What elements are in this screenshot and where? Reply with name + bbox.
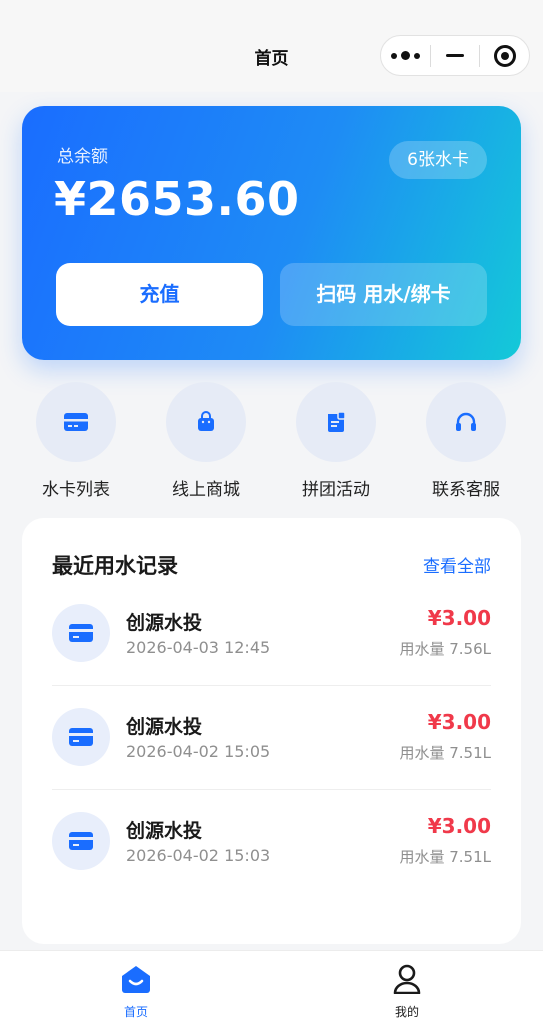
- record-usage: 用水量 7.51L: [399, 744, 491, 762]
- record-station-name: 创源水投: [126, 716, 203, 738]
- card-icon: [36, 382, 116, 462]
- bottom-tab-bar: 首页 我的: [0, 950, 543, 1024]
- tab-home-label: 首页: [123, 1005, 148, 1019]
- scan-button[interactable]: 扫码 用水/绑卡: [280, 263, 487, 326]
- record-price: ¥3.00: [427, 606, 491, 630]
- quick-action-label: 水卡列表: [42, 480, 110, 500]
- record-time: 2026-04-02 15:05: [126, 742, 271, 761]
- quick-action-customer-service[interactable]: 联系客服: [411, 382, 521, 500]
- record-station-name: 创源水投: [126, 820, 203, 842]
- minimize-button[interactable]: [431, 36, 480, 75]
- quick-action-label: 拼团活动: [302, 480, 370, 500]
- recent-usage-records: 最近用水记录 查看全部 创源水投 2026-04-03 12:45 ¥3.00 …: [22, 518, 521, 944]
- tab-mine[interactable]: 我的: [347, 963, 467, 1020]
- record-price: ¥3.00: [427, 710, 491, 734]
- home-icon: [76, 963, 196, 995]
- card-icon: [52, 604, 110, 662]
- record-time: 2026-04-02 15:03: [126, 846, 271, 865]
- tab-mine-label: 我的: [394, 1005, 419, 1019]
- activity-icon: [296, 382, 376, 462]
- balance-card: 总余额 ¥2653.60 6张水卡 充值 扫码 用水/绑卡: [22, 106, 521, 360]
- tab-home[interactable]: 首页: [76, 963, 196, 1020]
- card-icon: [52, 812, 110, 870]
- headset-icon: [426, 382, 506, 462]
- records-title: 最近用水记录: [52, 554, 178, 578]
- record-usage: 用水量 7.51L: [399, 848, 491, 866]
- balance-label: 总余额: [57, 147, 108, 167]
- record-row[interactable]: 创源水投 2026-04-03 12:45 ¥3.00 用水量 7.56L: [52, 582, 491, 686]
- top-nav-bar: 首页: [0, 0, 543, 92]
- quick-actions: 水卡列表 线上商城 拼团活动 联系客服: [0, 382, 543, 502]
- recharge-button[interactable]: 充值: [56, 263, 263, 326]
- record-time: 2026-04-03 12:45: [126, 638, 271, 657]
- quick-action-label: 线上商城: [172, 480, 240, 500]
- record-row[interactable]: 创源水投 2026-04-02 15:03 ¥3.00 用水量 7.51L: [52, 790, 491, 894]
- quick-action-online-mall[interactable]: 线上商城: [151, 382, 261, 500]
- shopping-bag-icon: [166, 382, 246, 462]
- close-button[interactable]: [480, 36, 529, 75]
- mini-program-capsule: [380, 35, 530, 76]
- balance-amount: ¥2653.60: [54, 172, 300, 226]
- user-icon: [347, 963, 467, 995]
- more-menu-button[interactable]: [381, 36, 430, 75]
- minimize-icon: [446, 54, 464, 57]
- record-row[interactable]: 创源水投 2026-04-02 15:05 ¥3.00 用水量 7.51L: [52, 686, 491, 790]
- quick-action-group-buy[interactable]: 拼团活动: [281, 382, 391, 500]
- more-dots-icon: [390, 51, 420, 60]
- view-all-link[interactable]: 查看全部: [423, 552, 491, 577]
- record-usage: 用水量 7.56L: [399, 640, 491, 658]
- close-target-icon: [493, 44, 516, 67]
- water-card-count-badge[interactable]: 6张水卡: [389, 141, 487, 179]
- card-icon: [52, 708, 110, 766]
- record-station-name: 创源水投: [126, 612, 203, 634]
- record-price: ¥3.00: [427, 814, 491, 838]
- quick-action-label: 联系客服: [432, 480, 500, 500]
- quick-action-card-list[interactable]: 水卡列表: [21, 382, 131, 500]
